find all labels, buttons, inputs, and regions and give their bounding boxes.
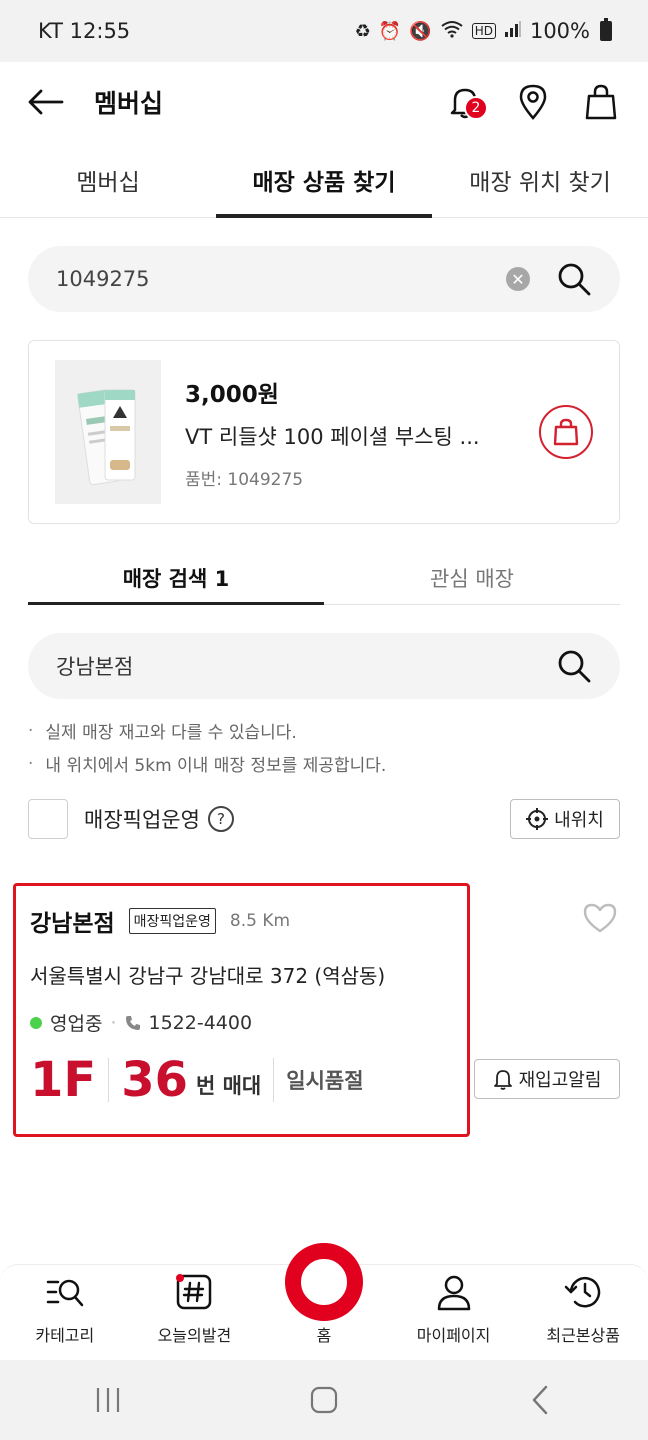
chevron-left-icon	[532, 1385, 548, 1415]
hashtag-icon	[174, 1272, 214, 1312]
tab-membership[interactable]: 멤버십	[0, 142, 216, 217]
nav-my-page[interactable]: 마이페이지	[389, 1265, 519, 1360]
product-search-value: 1049275	[56, 267, 150, 291]
notice-list: · 실제 매장 재고와 다를 수 있습니다. · 내 위치에서 5km 이내 매장 …	[28, 714, 620, 780]
home-logo-icon	[284, 1243, 363, 1321]
store-floor: 1F	[30, 1052, 97, 1108]
store-name: 강남본점	[30, 911, 115, 937]
status-time: KT 12:55	[38, 19, 131, 43]
store-tabs: 매장 검색 1 관심 매장	[28, 552, 620, 605]
user-icon	[434, 1272, 474, 1312]
recent-apps-icon	[96, 1388, 120, 1412]
my-location-button[interactable]: 내위치	[510, 799, 620, 839]
store-phone[interactable]: 1522-4400	[149, 1012, 253, 1034]
hd-icon: HD	[471, 23, 496, 39]
open-status-dot	[30, 1016, 42, 1029]
tab-store-search[interactable]: 매장 검색 1	[28, 552, 324, 605]
product-image	[55, 360, 161, 504]
battery-percent: 100%	[529, 19, 590, 43]
location-button[interactable]	[514, 82, 552, 122]
shopping-bag-button[interactable]	[582, 82, 620, 122]
nav-category[interactable]: 카테고리	[0, 1265, 130, 1360]
search-button[interactable]	[556, 261, 592, 297]
battery-icon	[600, 18, 612, 41]
recent-apps-button[interactable]	[78, 1380, 138, 1420]
product-name: VT 리들샷 100 페이셜 부스팅 ...	[185, 424, 480, 449]
tab-store-location-search[interactable]: 매장 위치 찾기	[432, 142, 648, 217]
stand-suffix: 번 매대	[195, 1074, 262, 1098]
product-code: 품번: 1049275	[185, 469, 304, 490]
pickup-filter-row: 매장픽업운영 ? 내위치	[28, 798, 620, 840]
pickup-checkbox[interactable]	[28, 799, 68, 839]
clear-search-button[interactable]: ✕	[506, 267, 530, 291]
back-system-button[interactable]	[510, 1380, 570, 1420]
restock-alert-button[interactable]: 재입고알림	[474, 1059, 620, 1099]
tab-favorite-stores[interactable]: 관심 매장	[324, 552, 620, 604]
stand-number: 36	[121, 1052, 188, 1108]
store-result-card[interactable]: 강남본점 매장픽업운영 8.5 Km 서울특별시 강남구 강남대로 372 (역…	[13, 883, 470, 1137]
store-address: 서울특별시 강남구 강남대로 372 (역삼동)	[30, 964, 386, 988]
product-price: 3,000원	[185, 381, 279, 408]
page-title: 멤버십	[94, 89, 164, 118]
store-search-input[interactable]: 강남본점	[28, 633, 620, 699]
app-header: 멤버십 2	[0, 62, 648, 142]
stock-status: 일시품절	[286, 1069, 364, 1093]
map-pin-icon	[519, 84, 547, 120]
my-location-label: 내위치	[554, 810, 604, 831]
recycle-icon: ♻	[354, 20, 371, 42]
store-distance: 8.5 Km	[229, 911, 291, 931]
shopping-bag-icon	[553, 418, 579, 446]
help-icon[interactable]: ?	[207, 806, 234, 832]
signal-icon	[504, 20, 522, 43]
favorite-store-button[interactable]	[582, 902, 620, 938]
category-search-icon	[45, 1272, 85, 1312]
history-icon	[563, 1272, 603, 1312]
nav-home[interactable]: 홈	[259, 1243, 389, 1360]
home-square-icon	[310, 1386, 338, 1414]
restock-label: 재입고알림	[518, 1070, 602, 1091]
bell-icon	[493, 1070, 512, 1090]
search-icon	[558, 263, 591, 296]
system-navigation-bar	[0, 1360, 648, 1440]
home-system-button[interactable]	[294, 1380, 354, 1420]
back-button[interactable]	[28, 82, 68, 122]
phone-icon	[125, 1015, 140, 1030]
heart-icon	[583, 903, 617, 933]
open-status: 영업중	[50, 1013, 103, 1035]
product-search-input[interactable]: 1049275 ✕	[28, 246, 620, 312]
shopping-bag-icon	[585, 84, 617, 120]
crosshair-icon	[526, 808, 549, 830]
notification-badge: 2	[464, 96, 488, 120]
wifi-icon	[440, 20, 464, 43]
nav-recent-products[interactable]: 최근본상품	[518, 1265, 648, 1360]
alarm-icon: ⏰	[378, 20, 402, 42]
pickup-label: 매장픽업운영	[84, 808, 200, 832]
store-search-value: 강남본점	[56, 655, 134, 679]
mute-icon: 🔇	[409, 20, 432, 42]
pickup-tag: 매장픽업운영	[128, 908, 216, 934]
tab-store-product-search[interactable]: 매장 상품 찾기	[216, 142, 432, 218]
status-bar: KT 12:55 ♻ ⏰ 🔇 HD 100%	[0, 0, 648, 62]
top-tabs: 멤버십 매장 상품 찾기 매장 위치 찾기	[0, 142, 648, 218]
bottom-navigation: 카테고리 오늘의발견 홈 마이페이지 최근본상품	[0, 1243, 648, 1360]
nav-today-discovery[interactable]: 오늘의발견	[130, 1265, 260, 1360]
add-to-cart-button[interactable]	[539, 405, 593, 459]
store-search-button[interactable]	[556, 648, 592, 684]
search-icon	[558, 650, 591, 683]
back-arrow-icon	[28, 89, 64, 115]
product-card[interactable]: 3,000원 VT 리들샷 100 페이셜 부스팅 ... 품번: 104927…	[28, 340, 620, 524]
notice-item: · 실제 매장 재고와 다를 수 있습니다.	[28, 720, 297, 744]
notification-button[interactable]: 2	[446, 82, 488, 122]
notice-item: · 내 위치에서 5km 이내 매장 정보를 제공합니다.	[28, 753, 387, 777]
